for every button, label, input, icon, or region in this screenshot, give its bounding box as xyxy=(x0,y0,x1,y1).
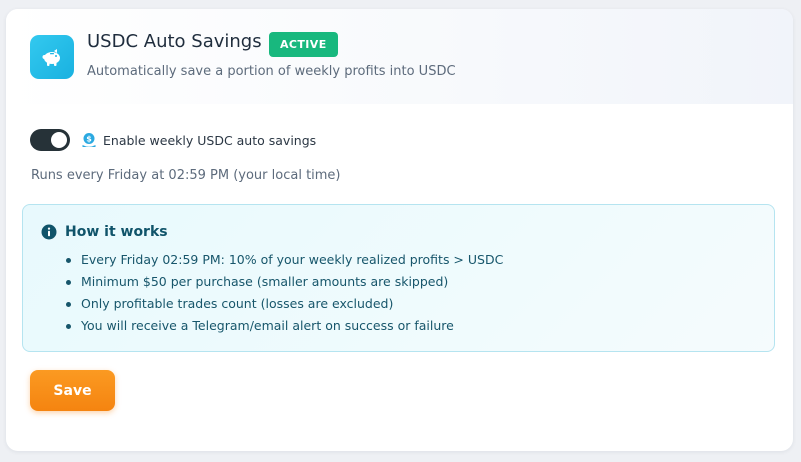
status-badge: ACTIVE xyxy=(269,32,338,57)
toggle-label: Enable weekly USDC auto savings xyxy=(103,133,317,148)
piggy-bank-icon xyxy=(30,35,74,79)
auto-savings-card: USDC Auto Savings ACTIVE Automatically s… xyxy=(6,9,793,451)
auto-savings-toggle[interactable] xyxy=(30,129,70,151)
how-it-works-panel: How it works Every Friday 02:59 PM: 10% … xyxy=(22,204,775,352)
svg-text:$: $ xyxy=(86,134,92,143)
save-button[interactable]: Save xyxy=(30,370,115,411)
how-it-works-list: Every Friday 02:59 PM: 10% of your weekl… xyxy=(63,249,503,337)
toggle-knob xyxy=(51,132,67,148)
page-subtitle: Automatically save a portion of weekly p… xyxy=(87,64,456,79)
card-header: USDC Auto Savings ACTIVE Automatically s… xyxy=(6,9,793,104)
list-item: Every Friday 02:59 PM: 10% of your weekl… xyxy=(63,249,503,271)
list-item: You will receive a Telegram/email alert … xyxy=(63,315,503,337)
how-it-works-title: How it works xyxy=(65,224,168,240)
info-icon xyxy=(41,224,57,240)
coin-icon: $ xyxy=(81,132,97,148)
schedule-text: Runs every Friday at 02:59 PM (your loca… xyxy=(31,168,341,183)
page-title: USDC Auto Savings xyxy=(87,31,262,52)
list-item: Minimum $50 per purchase (smaller amount… xyxy=(63,271,503,293)
list-item: Only profitable trades count (losses are… xyxy=(63,293,503,315)
